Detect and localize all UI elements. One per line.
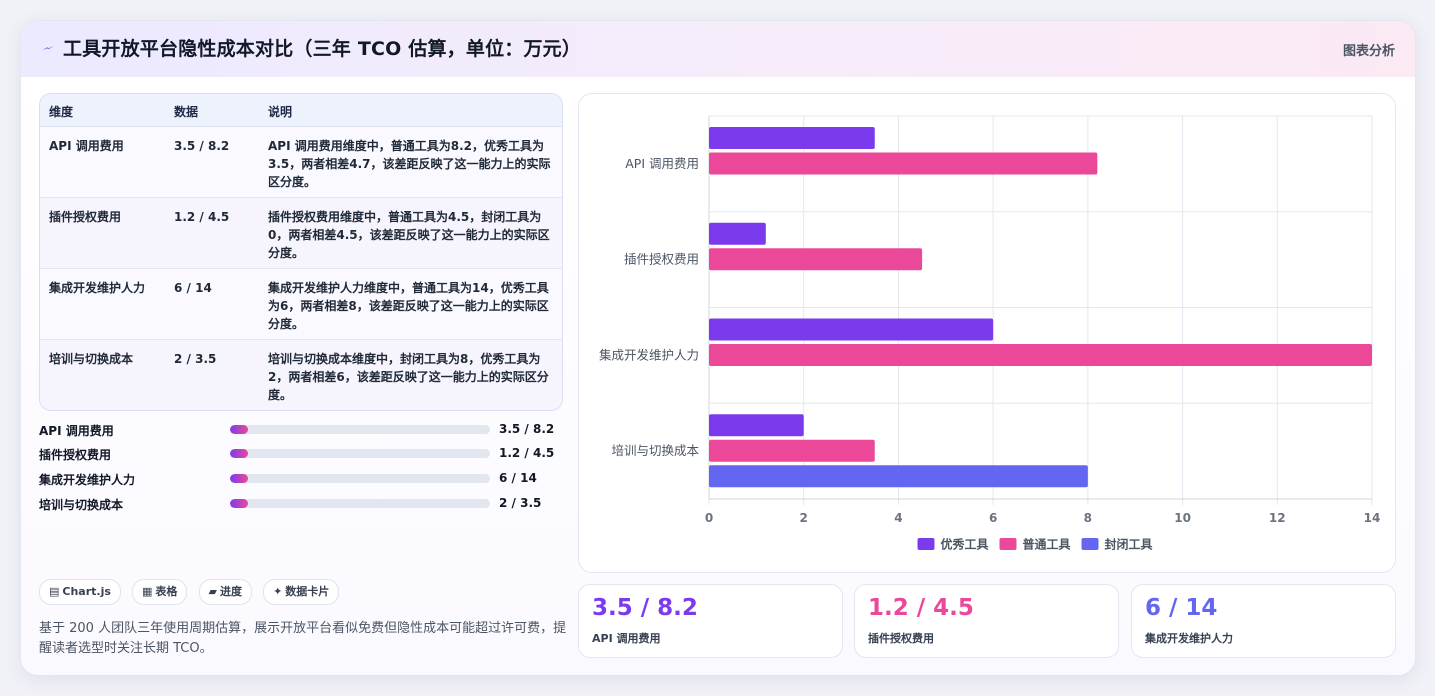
chip-label: Chart.js bbox=[62, 585, 111, 598]
legend-swatch bbox=[999, 538, 1017, 550]
panel-body: 维度 数据 说明 API 调用费用 3.5 / 8.2 API 调用费用维度中，… bbox=[21, 77, 1415, 675]
table-row: 集成开发维护人力 6 / 14 集成开发维护人力维度中，普通工具为14，优秀工具… bbox=[40, 269, 562, 340]
bar bbox=[709, 414, 804, 437]
description-text: 基于 200 人团队三年使用周期估算，展示开放平台看似免费但隐性成本可能超过许可… bbox=[39, 621, 567, 656]
lightning-icon bbox=[42, 46, 54, 50]
table-row: API 调用费用 3.5 / 8.2 API 调用费用维度中，普通工具为8.2，… bbox=[40, 127, 562, 198]
x-tick-label: 14 bbox=[1364, 511, 1381, 525]
bar bbox=[709, 222, 766, 245]
x-tick-label: 10 bbox=[1174, 511, 1191, 525]
y-category-label: 插件授权费用 bbox=[624, 252, 699, 267]
progress-value: 6 / 14 bbox=[499, 471, 537, 485]
data-table: 维度 数据 说明 API 调用费用 3.5 / 8.2 API 调用费用维度中，… bbox=[39, 93, 563, 411]
progress-track bbox=[230, 449, 490, 458]
column-header-note: 说明 bbox=[268, 105, 293, 119]
progress-label: 培训与切换成本 bbox=[39, 498, 124, 512]
row-dimension: 培训与切换成本 bbox=[49, 352, 134, 366]
stat-card-value: 1.2 / 4.5 bbox=[868, 595, 974, 621]
row-note: API 调用费用维度中，普通工具为8.2，优秀工具为3.5，两者相差4.7，该差… bbox=[268, 139, 551, 189]
progress-fill bbox=[230, 425, 249, 434]
chip-table[interactable]: ▦ 表格 bbox=[132, 579, 188, 605]
chart-analysis-label: 图表分析 bbox=[1342, 44, 1395, 59]
progress-fill bbox=[230, 474, 249, 483]
progress-icon: ▰ bbox=[208, 585, 217, 598]
chip-chartjs[interactable]: ▤ Chart.js bbox=[39, 579, 121, 605]
progress-label: API 调用费用 bbox=[39, 424, 114, 438]
bar bbox=[709, 248, 923, 271]
bar bbox=[709, 344, 1372, 366]
progress-label: 集成开发维护人力 bbox=[39, 473, 136, 487]
stat-card: 6 / 14 集成开发维护人力 bbox=[1131, 584, 1396, 658]
bar bbox=[709, 318, 994, 341]
column-header-dimension: 维度 bbox=[49, 105, 74, 119]
progress-value: 1.2 / 4.5 bbox=[499, 446, 555, 460]
bar bbox=[709, 465, 1088, 488]
x-tick-label: 12 bbox=[1269, 511, 1286, 525]
x-tick-label: 6 bbox=[989, 511, 997, 525]
page-title: 工具开放平台隐性成本对比（三年 TCO 估算，单位：万元） bbox=[63, 38, 582, 60]
chip-label: 数据卡片 bbox=[285, 585, 330, 598]
progress-fill bbox=[230, 499, 249, 508]
legend-label: 普通工具 bbox=[1023, 537, 1071, 552]
chip-data-card[interactable]: ✦ 数据卡片 bbox=[263, 579, 340, 605]
row-data: 3.5 / 8.2 bbox=[174, 139, 230, 153]
stat-card-label: API 调用费用 bbox=[592, 632, 661, 645]
row-note: 培训与切换成本维度中，封闭工具为8，优秀工具为2，两者相差6，该差距反映了这一能… bbox=[268, 352, 549, 402]
chart-icon: ▤ bbox=[49, 585, 60, 598]
chip-label: 进度 bbox=[219, 585, 242, 598]
progress-track bbox=[230, 499, 490, 508]
panel-header: 工具开放平台隐性成本对比（三年 TCO 估算，单位：万元） 图表分析 bbox=[21, 21, 1415, 78]
table-header: 维度 数据 说明 bbox=[40, 94, 562, 127]
x-tick-label: 2 bbox=[800, 511, 808, 525]
card-icon: ✦ bbox=[273, 585, 283, 598]
progress-row: 插件授权费用 1.2 / 4.5 bbox=[39, 444, 561, 462]
legend-swatch bbox=[1081, 538, 1099, 550]
row-dimension: API 调用费用 bbox=[49, 139, 124, 153]
stat-card-label: 插件授权费用 bbox=[868, 632, 934, 645]
y-category-label: 培训与切换成本 bbox=[611, 443, 699, 458]
bar-chart-container: 0 2 4 6 8 10 12 14 API 调用费用 插件授权费用集成开发维护人力培训与切换成本… bbox=[578, 93, 1396, 573]
progress-row: 培训与切换成本 2 / 3.5 bbox=[39, 494, 561, 512]
y-category-label: API 调用费用 bbox=[625, 156, 699, 171]
bar bbox=[709, 152, 1098, 175]
table-row: 培训与切换成本 2 / 3.5 培训与切换成本维度中，封闭工具为8，优秀工具为2… bbox=[40, 340, 562, 410]
x-tick-label: 8 bbox=[1084, 511, 1092, 525]
row-data: 1.2 / 4.5 bbox=[174, 210, 230, 224]
table-row: 插件授权费用 1.2 / 4.5 插件授权费用维度中，普通工具为4.5，封闭工具… bbox=[40, 198, 562, 269]
legend-label: 优秀工具 bbox=[941, 537, 989, 552]
stat-card-label: 集成开发维护人力 bbox=[1145, 632, 1233, 645]
stat-card-value: 3.5 / 8.2 bbox=[592, 595, 698, 621]
feature-chips: ▤ Chart.js ▦ 表格 ▰ 进度 ✦ 数据卡片 bbox=[39, 579, 345, 605]
dashboard-panel: 工具开放平台隐性成本对比（三年 TCO 估算，单位：万元） 图表分析 维度 数据… bbox=[20, 20, 1416, 676]
legend-label: 封闭工具 bbox=[1105, 537, 1153, 552]
progress-row: API 调用费用 3.5 / 8.2 bbox=[39, 420, 561, 438]
row-note: 集成开发维护人力维度中，普通工具为14，优秀工具为6，两者相差8，该差距反映了这… bbox=[268, 281, 549, 331]
bar bbox=[709, 127, 875, 149]
progress-fill bbox=[230, 449, 249, 458]
x-tick-label: 4 bbox=[894, 511, 902, 525]
progress-row: 集成开发维护人力 6 / 14 bbox=[39, 469, 561, 487]
chip-label: 表格 bbox=[155, 585, 178, 598]
progress-track bbox=[230, 474, 490, 483]
row-note: 插件授权费用维度中，普通工具为4.5，封闭工具为0，两者相差4.5，该差距反映了… bbox=[268, 210, 550, 260]
stat-card-value: 6 / 14 bbox=[1145, 595, 1218, 621]
legend-swatch bbox=[917, 538, 935, 550]
chip-progress[interactable]: ▰ 进度 bbox=[198, 579, 252, 605]
stat-card: 1.2 / 4.5 插件授权费用 bbox=[854, 584, 1119, 658]
bar bbox=[709, 439, 875, 462]
bar-chart: 0 2 4 6 8 10 12 14 API 调用费用插件授权费用集成开发维护人力培训与切换成本… bbox=[599, 115, 1381, 552]
progress-value: 3.5 / 8.2 bbox=[499, 422, 555, 436]
row-data: 2 / 3.5 bbox=[174, 352, 217, 366]
y-category-label: 集成开发维护人力 bbox=[599, 347, 699, 362]
progress-track bbox=[230, 425, 490, 434]
row-data: 6 / 14 bbox=[174, 281, 212, 295]
progress-value: 2 / 3.5 bbox=[499, 496, 542, 510]
row-dimension: 集成开发维护人力 bbox=[49, 281, 146, 295]
x-tick-label: 0 bbox=[705, 511, 713, 525]
table-icon: ▦ bbox=[142, 585, 153, 598]
progress-label: 插件授权费用 bbox=[39, 448, 112, 462]
column-header-data: 数据 bbox=[174, 105, 199, 119]
row-dimension: 插件授权费用 bbox=[49, 210, 122, 224]
stat-card: 3.5 / 8.2 API 调用费用 bbox=[578, 584, 843, 658]
